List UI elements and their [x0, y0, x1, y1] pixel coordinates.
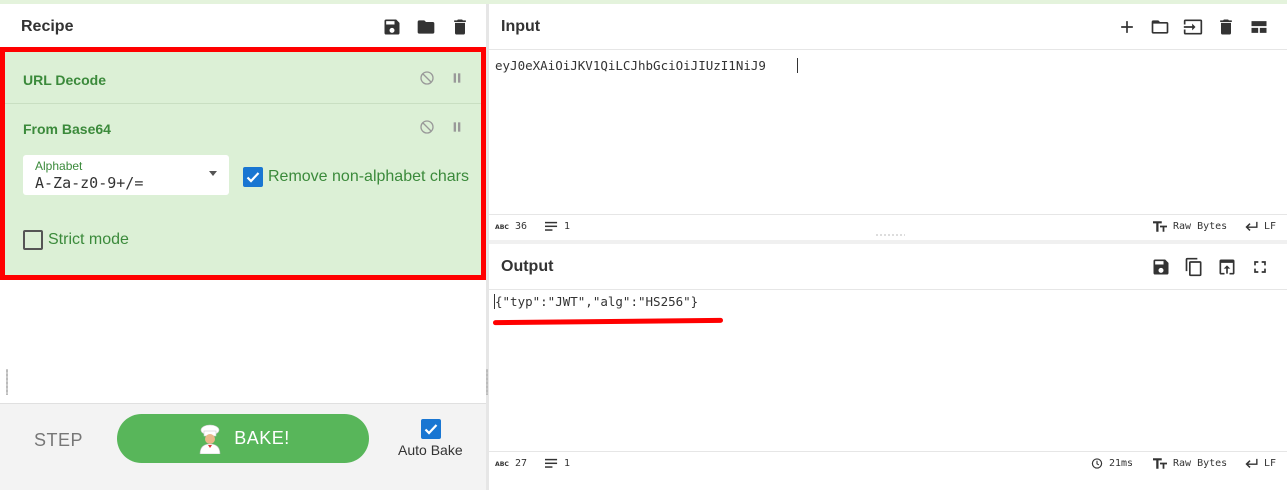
auto-bake-checkbox[interactable] — [421, 419, 441, 439]
output-title: Output — [501, 257, 554, 275]
input-textarea[interactable]: eyJ0eXAiOiJKV1QiLCJhbGciOiJIUzI1NiJ9 — [495, 58, 766, 73]
input-title: Input — [501, 17, 541, 35]
pause-icon[interactable] — [449, 119, 465, 135]
return-icon — [1245, 221, 1258, 232]
lines-icon — [545, 221, 558, 231]
recipe-header-icons — [382, 4, 470, 50]
red-underline-annotation — [492, 317, 724, 326]
output-line-count: 1 — [564, 458, 571, 469]
lines-icon — [545, 458, 558, 468]
bake-time: 21ms — [1091, 458, 1133, 469]
trash-icon[interactable] — [450, 17, 470, 37]
clock-icon — [1091, 458, 1103, 469]
output-textarea[interactable]: {"typ":"JWT","alg":"HS256"} — [495, 294, 698, 309]
svg-text:ABC: ABC — [495, 461, 509, 468]
layout-icon[interactable] — [1249, 17, 1269, 37]
svg-text:ABC: ABC — [495, 224, 509, 231]
line-count: 1 — [545, 221, 570, 232]
save-icon[interactable] — [1151, 257, 1171, 277]
abc-icon: ABC — [495, 224, 509, 231]
strict-mode-label: Strict mode — [48, 231, 129, 248]
disable-icon[interactable] — [419, 119, 435, 135]
operation-url-decode[interactable]: URL Decode — [5, 52, 481, 104]
splitter-grip[interactable] — [875, 234, 905, 236]
encoding-selector[interactable]: Raw Bytes — [1153, 221, 1227, 232]
alphabet-select[interactable]: Alphabet A-Za-z0-9+/= — [23, 155, 229, 195]
app: Recipe URL Decode From Base64 Alphabet A… — [0, 4, 1287, 490]
splitter-grip[interactable] — [486, 369, 488, 395]
import-icon[interactable] — [1183, 17, 1203, 37]
copy-icon[interactable] — [1184, 257, 1204, 277]
folder-icon[interactable] — [1150, 17, 1170, 37]
char-count: ABC 27 — [495, 458, 527, 469]
output-char-count: 27 — [515, 458, 528, 469]
plus-icon[interactable] — [1117, 17, 1137, 37]
chevron-down-icon — [209, 171, 217, 176]
remove-non-alphabet-label: Remove non-alphabet chars — [268, 168, 470, 185]
strict-mode-checkbox[interactable] — [23, 230, 43, 250]
input-encoding: Raw Bytes — [1173, 221, 1228, 232]
recipe-list-highlighted: URL Decode From Base64 Alphabet A-Za-z0-… — [0, 47, 486, 280]
output-header-icons — [1151, 244, 1270, 290]
output-status-bar: ABC 27 1 21ms Raw Bytes LF — [489, 451, 1287, 475]
remove-non-alphabet-checkbox[interactable] — [243, 167, 263, 187]
alphabet-value: A-Za-z0-9+/= — [35, 174, 144, 192]
text-format-icon — [1153, 458, 1167, 469]
operation-title: URL Decode — [23, 72, 106, 88]
chef-icon — [196, 424, 224, 454]
output-time: 21ms — [1109, 458, 1134, 469]
io-pane: Input eyJ0eXAiOiJKV1QiLCJhbGciOiJIUzI1Ni… — [489, 4, 1287, 490]
return-icon — [1245, 458, 1258, 469]
save-icon[interactable] — [382, 17, 402, 37]
output-eol: LF — [1264, 458, 1277, 469]
encoding-selector[interactable]: Raw Bytes — [1153, 458, 1227, 469]
output-encoding: Raw Bytes — [1173, 458, 1228, 469]
recipe-title: Recipe — [21, 17, 74, 35]
input-line-count: 1 — [564, 221, 571, 232]
input-eol: LF — [1264, 221, 1277, 232]
char-count: ABC 36 — [495, 221, 527, 232]
disable-icon[interactable] — [419, 70, 435, 86]
eol-selector[interactable]: LF — [1245, 221, 1276, 232]
eol-selector[interactable]: LF — [1245, 458, 1276, 469]
operation-title: From Base64 — [23, 121, 111, 137]
replace-input-icon[interactable] — [1217, 257, 1237, 277]
trash-icon[interactable] — [1216, 17, 1236, 37]
auto-bake-label: Auto Bake — [398, 442, 463, 458]
step-button[interactable]: STEP — [34, 430, 83, 451]
bake-bar: STEP BAKE! Auto Bake — [0, 403, 486, 490]
fullscreen-icon[interactable] — [1250, 257, 1270, 277]
resize-grip[interactable] — [6, 369, 8, 395]
recipe-pane: Recipe URL Decode From Base64 Alphabet A… — [0, 4, 486, 490]
text-format-icon — [1153, 221, 1167, 232]
folder-icon[interactable] — [416, 17, 436, 37]
bake-button[interactable]: BAKE! — [117, 414, 369, 463]
pause-icon[interactable] — [449, 70, 465, 86]
input-header-icons — [1117, 4, 1269, 50]
alphabet-label: Alphabet — [35, 159, 83, 173]
input-char-count: 36 — [515, 221, 528, 232]
bake-label: BAKE! — [234, 428, 290, 448]
abc-icon: ABC — [495, 461, 509, 468]
text-cursor — [797, 58, 798, 73]
line-count: 1 — [545, 458, 570, 469]
